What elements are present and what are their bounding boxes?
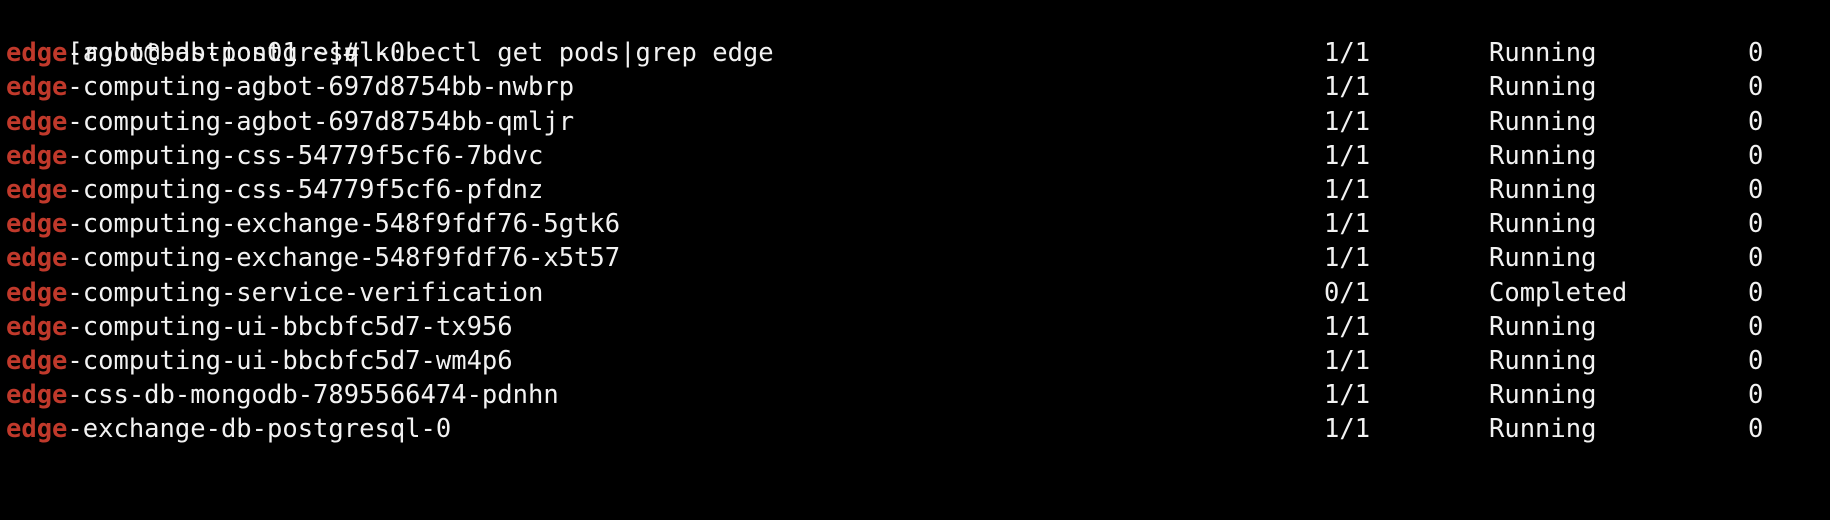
pod-ready-count: 1/1 bbox=[1324, 380, 1371, 411]
pod-list-output: edge-agbot-db-postgresql-0 1/1 Running 0 edg… bbox=[6, 36, 1830, 446]
pod-name-remainder: -computing-agbot-697d8754bb-qmljr bbox=[67, 106, 575, 137]
pod-restart-count: 0 bbox=[1748, 311, 1764, 342]
pod-status: Running bbox=[1489, 209, 1597, 240]
pod-name-remainder: -agbot-db-postgresql-0 bbox=[67, 38, 406, 69]
pod-name: edge-exchange-db-postgresql-0 bbox=[6, 412, 451, 446]
table-row: edge-computing-ui-bbcbfc5d7-tx956 1/1 Runn… bbox=[6, 310, 1830, 344]
pod-restart-count: 0 bbox=[1748, 72, 1764, 103]
table-row: edge-computing-agbot-697d8754bb-nwbrp 1/1… bbox=[6, 70, 1830, 104]
pod-status: Completed bbox=[1489, 277, 1628, 308]
pod-restart-count: 0 bbox=[1748, 209, 1764, 240]
pod-ready-count: 1/1 bbox=[1324, 72, 1371, 103]
pod-ready-count: 1/1 bbox=[1324, 243, 1371, 274]
pod-restart-count: 0 bbox=[1748, 345, 1764, 376]
pod-name: edge-computing-ui-bbcbfc5d7-tx956 bbox=[6, 310, 513, 344]
table-row: edge-computing-css-54779f5cf6-pfdnz 1/1 Ru… bbox=[6, 173, 1830, 207]
pod-name-remainder: -computing-exchange-548f9fdf76-5gtk6 bbox=[67, 209, 621, 240]
pod-status: Running bbox=[1489, 140, 1597, 171]
pod-ready-count: 1/1 bbox=[1324, 174, 1371, 205]
pod-restart-count: 0 bbox=[1748, 380, 1764, 411]
grep-match-highlight: edge bbox=[6, 414, 68, 445]
pod-restart-count: 0 bbox=[1748, 277, 1764, 308]
table-row: edge-computing-css-54779f5cf6-7bdvc 1/1 Ru… bbox=[6, 139, 1830, 173]
pod-restart-count: 0 bbox=[1748, 140, 1764, 171]
pod-name-remainder: -computing-ui-bbcbfc5d7-tx956 bbox=[67, 311, 513, 342]
grep-match-highlight: edge bbox=[6, 380, 68, 411]
grep-match-highlight: edge bbox=[6, 106, 68, 137]
table-row: edge-computing-agbot-697d8754bb-qmljr 1/1… bbox=[6, 105, 1830, 139]
pod-name-remainder: -computing-service-verification bbox=[67, 277, 544, 308]
pod-name: edge-computing-agbot-697d8754bb-qmljr bbox=[6, 105, 574, 139]
pod-ready-count: 1/1 bbox=[1324, 209, 1371, 240]
pod-ready-count: 1/1 bbox=[1324, 38, 1371, 69]
pod-status: Running bbox=[1489, 106, 1597, 137]
grep-match-highlight: edge bbox=[6, 140, 68, 171]
pod-restart-count: 0 bbox=[1748, 243, 1764, 274]
pod-ready-count: 0/1 bbox=[1324, 277, 1371, 308]
pod-restart-count: 0 bbox=[1748, 174, 1764, 205]
grep-match-highlight: edge bbox=[6, 277, 68, 308]
table-row: edge-exchange-db-postgresql-0 1/1 Running 0 bbox=[6, 412, 1830, 446]
pod-ready-count: 1/1 bbox=[1324, 140, 1371, 171]
pod-name-remainder: -computing-exchange-548f9fdf76-x5t57 bbox=[67, 243, 621, 274]
table-row: edge-css-db-mongodb-7895566474-pdnhn 1/1 R… bbox=[6, 378, 1830, 412]
pod-name: edge-computing-css-54779f5cf6-7bdvc bbox=[6, 139, 543, 173]
table-row: edge-computing-exchange-548f9fdf76-x5t57… bbox=[6, 241, 1830, 275]
grep-match-highlight: edge bbox=[6, 38, 68, 69]
pod-name: edge-computing-exchange-548f9fdf76-x5t57 bbox=[6, 241, 620, 275]
table-row: edge-computing-ui-bbcbfc5d7-wm4p6 1/1 Runn… bbox=[6, 344, 1830, 378]
pod-name: edge-computing-exchange-548f9fdf76-5gtk6 bbox=[6, 207, 620, 241]
pod-status: Running bbox=[1489, 311, 1597, 342]
pod-status: Running bbox=[1489, 72, 1597, 103]
grep-match-highlight: edge bbox=[6, 174, 68, 205]
terminal-window[interactable]: [root@bastion01 ~]# kubectl get pods|gre… bbox=[0, 0, 1830, 520]
grep-match-highlight: edge bbox=[6, 209, 68, 240]
pod-ready-count: 1/1 bbox=[1324, 106, 1371, 137]
pod-ready-count: 1/1 bbox=[1324, 414, 1371, 445]
pod-restart-count: 0 bbox=[1748, 38, 1764, 69]
pod-name-remainder: -css-db-mongodb-7895566474-pdnhn bbox=[67, 380, 559, 411]
pod-ready-count: 1/1 bbox=[1324, 345, 1371, 376]
pod-name-remainder: -computing-agbot-697d8754bb-nwbrp bbox=[67, 72, 575, 103]
pod-name: edge-agbot-db-postgresql-0 bbox=[6, 36, 405, 70]
pod-status: Running bbox=[1489, 243, 1597, 274]
pod-name: edge-computing-agbot-697d8754bb-nwbrp bbox=[6, 70, 574, 104]
pod-name: edge-css-db-mongodb-7895566474-pdnhn bbox=[6, 378, 559, 412]
pod-name-remainder: -computing-ui-bbcbfc5d7-wm4p6 bbox=[67, 345, 513, 376]
pod-restart-count: 0 bbox=[1748, 106, 1764, 137]
grep-match-highlight: edge bbox=[6, 72, 68, 103]
pod-status: Running bbox=[1489, 414, 1597, 445]
pod-name-remainder: -computing-css-54779f5cf6-pfdnz bbox=[67, 174, 544, 205]
table-row: edge-computing-exchange-548f9fdf76-5gtk6… bbox=[6, 207, 1830, 241]
pod-restart-count: 0 bbox=[1748, 414, 1764, 445]
pod-status: Running bbox=[1489, 380, 1597, 411]
table-row: edge-agbot-db-postgresql-0 1/1 Running 0 bbox=[6, 36, 1830, 70]
grep-match-highlight: edge bbox=[6, 243, 68, 274]
pod-name: edge-computing-ui-bbcbfc5d7-wm4p6 bbox=[6, 344, 513, 378]
pod-status: Running bbox=[1489, 345, 1597, 376]
pod-name-remainder: -computing-css-54779f5cf6-7bdvc bbox=[67, 140, 544, 171]
grep-match-highlight: edge bbox=[6, 345, 68, 376]
pod-status: Running bbox=[1489, 174, 1597, 205]
command-prompt-line: [root@bastion01 ~]# kubectl get pods|gre… bbox=[6, 2, 1830, 68]
pod-status: Running bbox=[1489, 38, 1597, 69]
table-row: edge-computing-service-verification 0/1 Co… bbox=[6, 276, 1830, 310]
pod-name-remainder: -exchange-db-postgresql-0 bbox=[67, 414, 452, 445]
pod-name: edge-computing-service-verification bbox=[6, 276, 543, 310]
pod-ready-count: 1/1 bbox=[1324, 311, 1371, 342]
grep-match-highlight: edge bbox=[6, 311, 68, 342]
pod-name: edge-computing-css-54779f5cf6-pfdnz bbox=[6, 173, 543, 207]
